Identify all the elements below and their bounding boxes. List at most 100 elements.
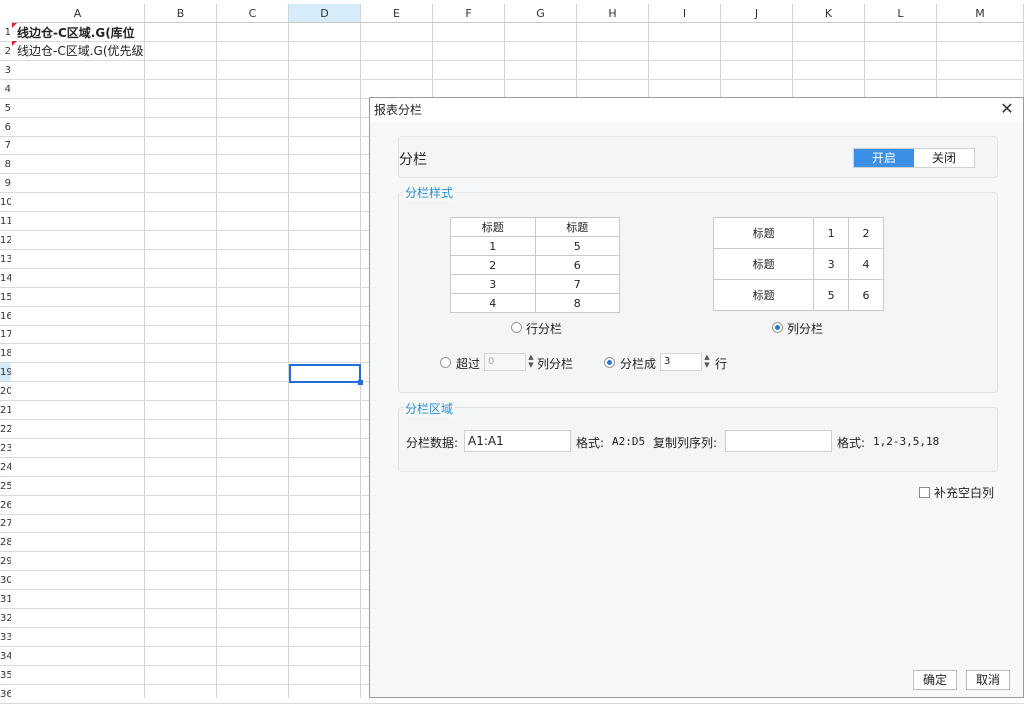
row-header-6[interactable]: 6 <box>0 118 11 137</box>
row-header-1[interactable]: 1 <box>0 23 11 42</box>
row-split-radio[interactable] <box>511 322 522 333</box>
preview-header: 标题 <box>534 217 620 237</box>
row-header-20[interactable]: 20 <box>0 382 11 402</box>
row-header-25[interactable]: 25 <box>0 477 11 496</box>
row-header-34[interactable]: 34 <box>0 647 11 666</box>
row-header-14[interactable]: 14 <box>0 269 11 288</box>
format1-label: 格式: <box>576 436 605 450</box>
column-header-h[interactable]: H <box>577 4 649 23</box>
preview-cell: 1 <box>813 217 850 249</box>
gridline-v <box>360 23 361 698</box>
row-header-5[interactable]: 5 <box>0 99 11 118</box>
exceed-input[interactable]: 0 <box>484 353 526 371</box>
row-header-18[interactable]: 18 <box>0 344 11 364</box>
row-header-27[interactable]: 27 <box>0 514 11 534</box>
split-into-suffix: 行 <box>715 357 728 371</box>
gridline-v <box>144 23 145 698</box>
row-header-3[interactable]: 3 <box>0 61 11 80</box>
row-header-31[interactable]: 31 <box>0 590 11 609</box>
row-header-28[interactable]: 28 <box>0 533 11 553</box>
column-header-k[interactable]: K <box>793 4 865 23</box>
selected-cell-d19[interactable] <box>289 364 363 385</box>
row-header-26[interactable]: 26 <box>0 496 11 515</box>
column-header-e[interactable]: E <box>361 4 433 23</box>
preview-cell: 标题 <box>712 217 815 249</box>
row-header-16[interactable]: 16 <box>0 307 11 326</box>
row-header-23[interactable]: 23 <box>0 439 11 458</box>
row-header-15[interactable]: 15 <box>0 288 11 307</box>
column-header-d[interactable]: D <box>289 4 361 23</box>
split-into-input[interactable]: 3 <box>660 353 702 371</box>
split-into-radio[interactable] <box>604 357 615 368</box>
fill-blank-checkbox[interactable] <box>919 487 930 498</box>
exceed-radio[interactable] <box>440 357 451 368</box>
row-header-32[interactable]: 32 <box>0 609 11 628</box>
row-header-19[interactable]: 19 <box>0 363 11 383</box>
preview-cell: 8 <box>534 293 620 313</box>
column-header-m[interactable]: M <box>937 4 1024 23</box>
row-header-2[interactable]: 2 <box>0 42 11 61</box>
column-header-g[interactable]: G <box>505 4 577 23</box>
row-header-30[interactable]: 30 <box>0 571 11 591</box>
cancel-button[interactable]: 取消 <box>966 670 1010 690</box>
col-split-radio[interactable] <box>772 322 783 333</box>
row-header-8[interactable]: 8 <box>0 155 11 175</box>
exceed-suffix: 列分栏 <box>537 357 574 371</box>
preview-cell: 5 <box>534 236 620 256</box>
enable-toggle[interactable]: 开启 关闭 <box>853 148 975 168</box>
copy-seq-label: 复制列序列: <box>653 436 718 450</box>
dialog-title: 报表分栏 <box>370 98 1023 122</box>
row-header-4[interactable]: 4 <box>0 80 11 99</box>
data-label: 分栏数据: <box>406 436 459 450</box>
preview-cell: 6 <box>534 255 620 275</box>
gridline-h <box>11 702 1024 704</box>
gridline-h <box>11 59 1024 61</box>
fill-blank-label[interactable]: 补充空白列 <box>934 484 994 501</box>
column-header-a[interactable]: A <box>11 4 145 23</box>
fenlan-label: 分栏 <box>399 152 427 168</box>
copy-seq-input[interactable] <box>725 430 832 452</box>
row-header-36[interactable]: 36 <box>0 685 11 704</box>
split-spinner-icon[interactable]: ▲ ▼ <box>702 353 712 371</box>
toggle-on-button[interactable]: 开启 <box>854 149 914 167</box>
preview-header: 标题 <box>450 217 536 237</box>
format2-value: 1,2-3,5,18 <box>873 435 940 448</box>
row-header-12[interactable]: 12 <box>0 231 11 250</box>
row-header-22[interactable]: 22 <box>0 420 11 439</box>
preview-cell: 6 <box>848 279 884 311</box>
ok-button[interactable]: 确定 <box>913 670 957 690</box>
row-header-11[interactable]: 11 <box>0 212 11 231</box>
row-header-24[interactable]: 24 <box>0 458 11 477</box>
row-header-13[interactable]: 13 <box>0 250 11 269</box>
format2-label: 格式: <box>837 436 866 450</box>
row-header-7[interactable]: 7 <box>0 136 11 156</box>
comment-marker-a1 <box>12 23 17 28</box>
toggle-off-button[interactable]: 关闭 <box>914 149 974 167</box>
cell-a1[interactable]: 线边仓-C区域.G(库位 <box>17 24 144 41</box>
gridline-v <box>288 23 289 698</box>
row-header-33[interactable]: 33 <box>0 628 11 647</box>
column-header-c[interactable]: C <box>217 4 289 23</box>
preview-cell: 7 <box>534 274 620 294</box>
row-split-label[interactable]: 行分栏 <box>526 320 562 337</box>
area-section-label: 分栏区域 <box>403 400 456 417</box>
close-icon[interactable]: ✕ <box>999 101 1015 117</box>
row-header-17[interactable]: 17 <box>0 325 11 345</box>
col-split-label[interactable]: 列分栏 <box>787 320 823 337</box>
exceed-spinner-icon[interactable]: ▲ ▼ <box>526 353 536 371</box>
column-header-b[interactable]: B <box>145 4 217 23</box>
cell-a2[interactable]: 线边仓-C区域.G(优先级 <box>17 42 144 59</box>
column-header-j[interactable]: J <box>721 4 793 23</box>
row-header-29[interactable]: 29 <box>0 552 11 572</box>
column-header-i[interactable]: I <box>649 4 721 23</box>
row-header-35[interactable]: 35 <box>0 666 11 685</box>
column-header-l[interactable]: L <box>865 4 937 23</box>
column-header-f[interactable]: F <box>433 4 505 23</box>
data-input[interactable]: A1:A1 <box>464 430 571 452</box>
row-header-9[interactable]: 9 <box>0 174 11 194</box>
gridline-h <box>11 41 1024 42</box>
row-header-10[interactable]: 10 <box>0 193 11 213</box>
row-header-21[interactable]: 21 <box>0 401 11 420</box>
preview-cell: 标题 <box>712 248 815 280</box>
preview-cell: 4 <box>848 248 884 280</box>
